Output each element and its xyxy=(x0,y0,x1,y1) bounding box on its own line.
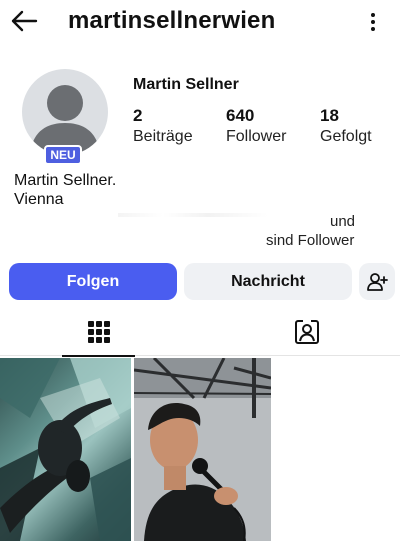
default-avatar-icon xyxy=(30,85,100,155)
more-vertical-icon xyxy=(371,13,375,17)
post-image xyxy=(134,358,271,541)
posts-grid xyxy=(0,358,400,552)
stat-following-label: Gefolgt xyxy=(320,128,372,145)
profile-full-name: Martin Sellner xyxy=(133,76,239,93)
more-options-button[interactable] xyxy=(360,8,386,36)
tab-tagged[interactable] xyxy=(270,308,343,356)
tagged-icon xyxy=(294,320,319,344)
add-user-icon xyxy=(367,272,388,291)
post-thumbnail[interactable] xyxy=(0,358,131,541)
stat-posts-value: 2 xyxy=(133,106,143,125)
mutual-followers-line: und xyxy=(330,213,356,230)
stat-followers[interactable]: 640 Follower xyxy=(226,106,286,148)
new-badge: NEU xyxy=(44,145,82,165)
stat-posts-label: Beiträge xyxy=(133,128,193,145)
grid-icon xyxy=(87,321,110,343)
arrow-left-icon xyxy=(11,10,38,32)
profile-username: martinsellnerwien xyxy=(68,7,276,34)
suggest-users-button[interactable] xyxy=(359,263,395,300)
profile-bio: Martin Sellner. Vienna xyxy=(14,171,116,209)
back-button[interactable] xyxy=(8,6,40,36)
stat-following[interactable]: 18 Gefolgt xyxy=(320,106,372,148)
bio-line: Martin Sellner. xyxy=(14,172,117,189)
avatar[interactable] xyxy=(22,69,108,155)
mutual-avatars-placeholder xyxy=(118,213,268,217)
mutual-followers-text[interactable]: und sind Follower xyxy=(266,212,355,250)
stat-followers-label: Follower xyxy=(226,128,287,145)
stat-followers-value: 640 xyxy=(226,106,255,125)
message-button[interactable]: Nachricht xyxy=(184,263,352,300)
top-bar: martinsellnerwien xyxy=(0,0,400,44)
profile-tabs xyxy=(0,308,400,357)
follow-button[interactable]: Folgen xyxy=(9,263,177,300)
post-image xyxy=(0,358,131,541)
bio-line: Vienna xyxy=(14,191,64,208)
stat-posts[interactable]: 2 Beiträge xyxy=(133,106,193,148)
tab-posts-grid[interactable] xyxy=(62,308,135,357)
stat-following-value: 18 xyxy=(320,106,339,125)
post-thumbnail[interactable] xyxy=(134,358,271,541)
mutual-followers-line: sind Follower xyxy=(266,232,355,249)
